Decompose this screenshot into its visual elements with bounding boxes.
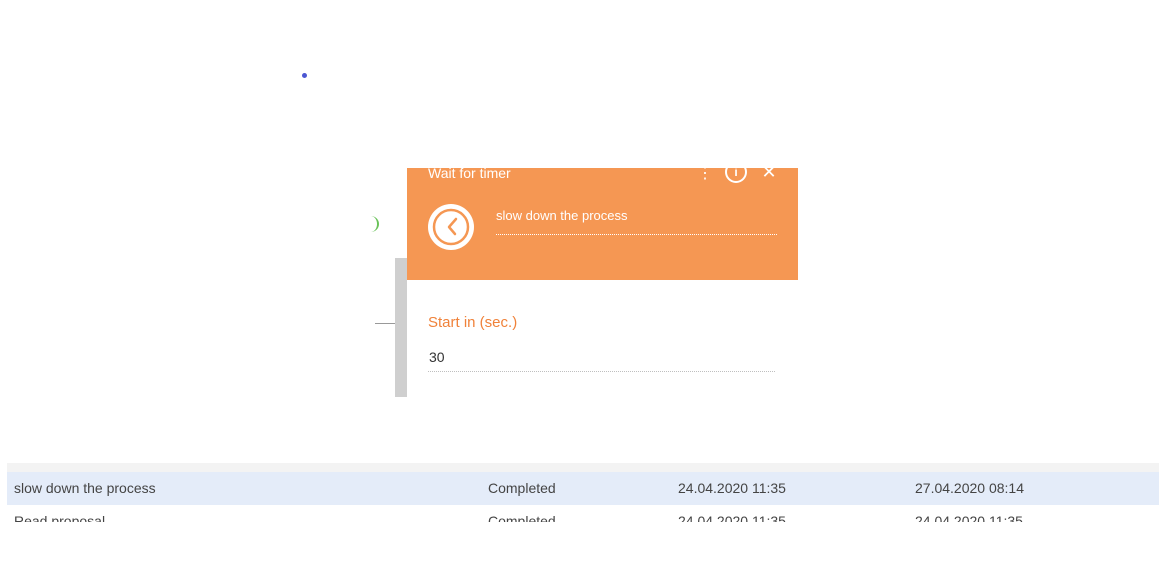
info-icon[interactable]: i bbox=[725, 168, 747, 183]
table-row[interactable]: Read proposal Completed 24.04.2020 11:35… bbox=[7, 505, 1159, 522]
more-menu-icon[interactable]: ⋮ bbox=[697, 168, 713, 184]
row-end-date: 24.04.2020 11:35 bbox=[915, 513, 1023, 522]
grid-header bbox=[7, 463, 1159, 472]
close-icon[interactable]: ✕ bbox=[761, 168, 777, 182]
element-caption-field[interactable]: slow down the process bbox=[496, 206, 777, 235]
element-properties-panel: Wait for timer ⋮ i ✕ slow down the proce… bbox=[407, 168, 798, 398]
row-name: Read proposal bbox=[14, 513, 106, 522]
panel-header: Wait for timer ⋮ i ✕ slow down the proce… bbox=[407, 168, 798, 280]
process-log-grid: slow down the process Completed 24.04.20… bbox=[7, 463, 1159, 522]
panel-title: Wait for timer bbox=[428, 168, 511, 181]
canvas-dot bbox=[302, 73, 307, 78]
timer-clock-icon bbox=[428, 204, 474, 250]
start-event-shape[interactable] bbox=[369, 216, 379, 232]
start-in-label: Start in (sec.) bbox=[428, 314, 518, 331]
table-row[interactable]: slow down the process Completed 24.04.20… bbox=[7, 472, 1159, 505]
row-status: Completed bbox=[488, 513, 556, 522]
start-in-input[interactable]: 30 bbox=[428, 346, 775, 372]
element-side-bar bbox=[395, 258, 407, 397]
flow-connector bbox=[375, 323, 395, 324]
row-end-date: 27.04.2020 08:14 bbox=[915, 480, 1024, 496]
row-start-date: 24.04.2020 11:35 bbox=[678, 480, 786, 496]
row-start-date: 24.04.2020 11:35 bbox=[678, 513, 786, 522]
row-name: slow down the process bbox=[14, 480, 156, 496]
row-status: Completed bbox=[488, 480, 556, 496]
